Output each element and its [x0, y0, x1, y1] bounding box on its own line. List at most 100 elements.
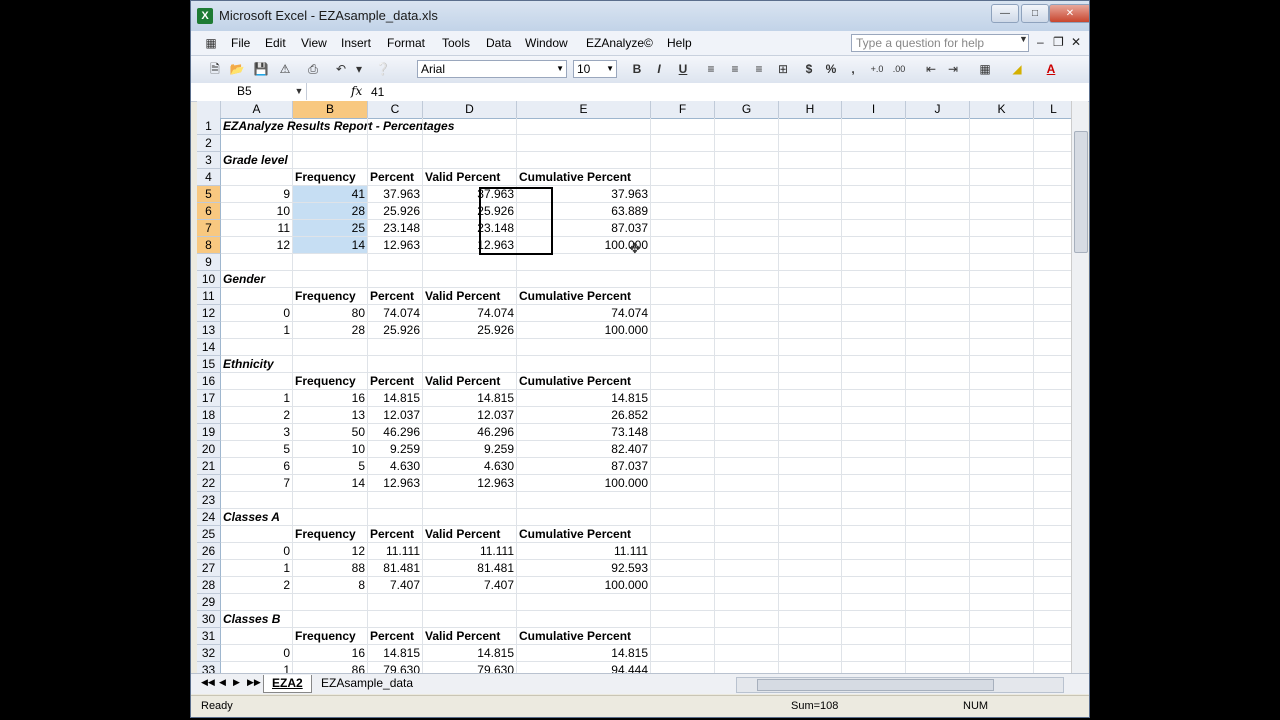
borders-icon[interactable]: ▦ [977, 61, 993, 77]
cell-l3[interactable] [1034, 152, 1071, 169]
cell-j17[interactable] [906, 390, 970, 407]
cell-d18[interactable]: 12.037 [423, 407, 517, 424]
cell-i3[interactable] [842, 152, 906, 169]
cell-g16[interactable] [715, 373, 779, 390]
cell-e2[interactable] [517, 135, 651, 152]
cell-c1[interactable] [368, 118, 423, 135]
cell-j7[interactable] [906, 220, 970, 237]
cell-j31[interactable] [906, 628, 970, 645]
cell-b26[interactable]: 12 [293, 543, 368, 560]
workbook-icon[interactable]: ▦ [203, 35, 219, 51]
cell-i12[interactable] [842, 305, 906, 322]
cell-l9[interactable] [1034, 254, 1071, 271]
cell-j15[interactable] [906, 356, 970, 373]
row-header-21[interactable]: 21 [197, 458, 221, 475]
doc-minimize-button[interactable]: – [1037, 35, 1044, 49]
cell-e17[interactable]: 14.815 [517, 390, 651, 407]
cell-d32[interactable]: 14.815 [423, 645, 517, 662]
underline-icon[interactable]: U [675, 61, 691, 77]
cell-d30[interactable] [423, 611, 517, 628]
cell-d21[interactable]: 4.630 [423, 458, 517, 475]
cell-f26[interactable] [651, 543, 715, 560]
cell-i7[interactable] [842, 220, 906, 237]
cell-k14[interactable] [970, 339, 1034, 356]
worksheet-grid[interactable]: ABCDEFGHIJKL 1 EZAnalyze Results Report -… [197, 101, 1071, 673]
cell-d1[interactable] [423, 118, 517, 135]
cell-f32[interactable] [651, 645, 715, 662]
cell-c2[interactable] [368, 135, 423, 152]
cell-h10[interactable] [779, 271, 842, 288]
font-size-select[interactable]: 10 ▼ [573, 60, 617, 78]
cell-h27[interactable] [779, 560, 842, 577]
cell-a18[interactable]: 2 [221, 407, 293, 424]
cell-a3[interactable]: Grade level [221, 152, 293, 169]
help-search-input[interactable]: Type a question for help [851, 34, 1029, 52]
cell-l4[interactable] [1034, 169, 1071, 186]
open-icon[interactable]: 📂 [229, 61, 245, 77]
cell-c11[interactable]: Percent [368, 288, 423, 305]
menu-item-window[interactable]: Window [525, 36, 568, 50]
cell-g30[interactable] [715, 611, 779, 628]
cell-k9[interactable] [970, 254, 1034, 271]
cell-f22[interactable] [651, 475, 715, 492]
row-header-23[interactable]: 23 [197, 492, 221, 509]
cell-j18[interactable] [906, 407, 970, 424]
cell-b1[interactable] [293, 118, 368, 135]
cell-c4[interactable]: Percent [368, 169, 423, 186]
column-header-k[interactable]: K [970, 101, 1034, 118]
cell-d10[interactable] [423, 271, 517, 288]
cell-b23[interactable] [293, 492, 368, 509]
cell-f7[interactable] [651, 220, 715, 237]
horizontal-scroll-thumb[interactable] [757, 679, 994, 691]
cell-g23[interactable] [715, 492, 779, 509]
cell-h15[interactable] [779, 356, 842, 373]
cell-i18[interactable] [842, 407, 906, 424]
cell-g18[interactable] [715, 407, 779, 424]
sheet-tab-eza2[interactable]: EZA2 [263, 675, 312, 693]
align-center-icon[interactable]: ≡ [727, 61, 743, 77]
cell-e22[interactable]: 100.000 [517, 475, 651, 492]
cell-l6[interactable] [1034, 203, 1071, 220]
cell-c9[interactable] [368, 254, 423, 271]
column-header-e[interactable]: E [517, 101, 651, 118]
cell-f28[interactable] [651, 577, 715, 594]
cell-g28[interactable] [715, 577, 779, 594]
decrease-indent-icon[interactable]: ⇤ [923, 61, 939, 77]
cell-i1[interactable] [842, 118, 906, 135]
cell-i5[interactable] [842, 186, 906, 203]
cell-c14[interactable] [368, 339, 423, 356]
row-header-1[interactable]: 1 [197, 118, 221, 135]
cell-b8[interactable]: 14 [293, 237, 368, 254]
cell-j1[interactable] [906, 118, 970, 135]
cell-f33[interactable] [651, 662, 715, 673]
cell-l23[interactable] [1034, 492, 1071, 509]
cell-f2[interactable] [651, 135, 715, 152]
cell-j12[interactable] [906, 305, 970, 322]
row-header-33[interactable]: 33 [197, 662, 221, 673]
cell-k26[interactable] [970, 543, 1034, 560]
cell-g6[interactable] [715, 203, 779, 220]
cell-d9[interactable] [423, 254, 517, 271]
cell-e19[interactable]: 73.148 [517, 424, 651, 441]
cell-i15[interactable] [842, 356, 906, 373]
cell-j30[interactable] [906, 611, 970, 628]
horizontal-scrollbar[interactable] [736, 677, 1064, 693]
print-icon[interactable]: ⎙ [305, 61, 321, 77]
cell-j23[interactable] [906, 492, 970, 509]
cell-g3[interactable] [715, 152, 779, 169]
cell-c28[interactable]: 7.407 [368, 577, 423, 594]
cell-l31[interactable] [1034, 628, 1071, 645]
cell-e28[interactable]: 100.000 [517, 577, 651, 594]
cell-i19[interactable] [842, 424, 906, 441]
cell-k6[interactable] [970, 203, 1034, 220]
cell-c15[interactable] [368, 356, 423, 373]
row-header-12[interactable]: 12 [197, 305, 221, 322]
cell-h21[interactable] [779, 458, 842, 475]
cell-a29[interactable] [221, 594, 293, 611]
cell-l15[interactable] [1034, 356, 1071, 373]
cell-b19[interactable]: 50 [293, 424, 368, 441]
cell-j24[interactable] [906, 509, 970, 526]
row-header-27[interactable]: 27 [197, 560, 221, 577]
cell-d23[interactable] [423, 492, 517, 509]
cell-h17[interactable] [779, 390, 842, 407]
